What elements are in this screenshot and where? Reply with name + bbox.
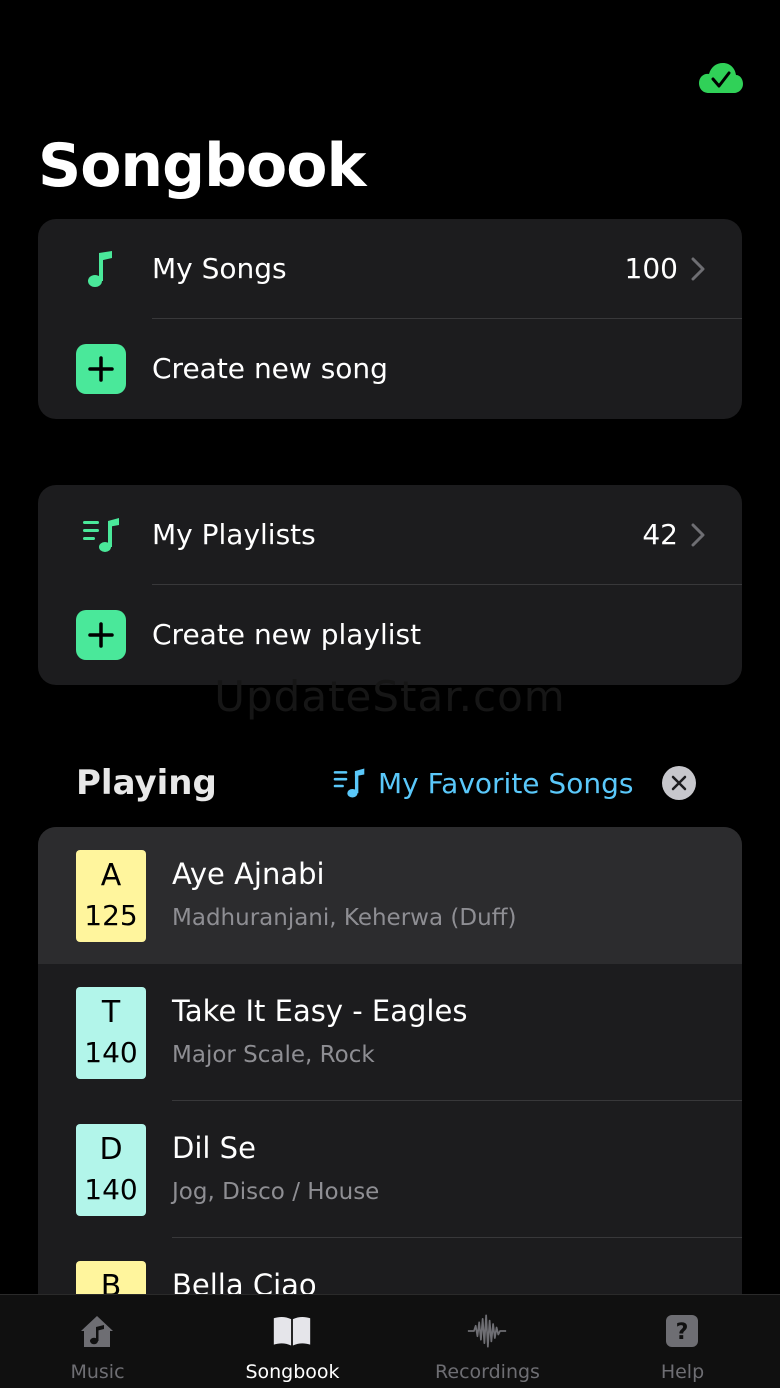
waveform-icon	[467, 1311, 507, 1351]
close-icon	[671, 775, 687, 791]
close-playlist-button[interactable]	[662, 766, 696, 800]
my-playlists-row[interactable]: My Playlists 42	[38, 485, 742, 585]
song-subtitle: Madhuranjani, Keherwa (Duff)	[172, 905, 517, 931]
song-title: Bella Ciao	[172, 1268, 317, 1295]
song-key-badge: T 140	[76, 987, 146, 1079]
tab-label: Music	[70, 1361, 125, 1383]
playing-header: Playing My Favorite Songs	[76, 758, 780, 808]
svg-text:?: ?	[676, 1320, 689, 1345]
question-icon: ?	[662, 1311, 702, 1351]
chevron-right-icon	[691, 257, 705, 281]
plus-icon	[76, 610, 126, 660]
create-playlist-label: Create new playlist	[152, 618, 422, 651]
tab-songbook[interactable]: Songbook	[195, 1295, 390, 1388]
song-row[interactable]: B Bella Ciao	[38, 1238, 742, 1295]
watermark: UpdateStar.com	[214, 672, 566, 721]
song-key-badge: D 140	[76, 1124, 146, 1216]
song-row[interactable]: A 125 Aye Ajnabi Madhuranjani, Keherwa (…	[38, 827, 742, 964]
song-subtitle: Jog, Disco / House	[172, 1179, 380, 1205]
playlists-card: My Playlists 42 Create new playlist	[38, 485, 742, 685]
songs-card: My Songs 100 Create new song	[38, 219, 742, 419]
plus-icon	[76, 344, 126, 394]
song-row[interactable]: D 140 Dil Se Jog, Disco / House	[38, 1101, 742, 1238]
current-playlist-name: My Favorite Songs	[378, 766, 634, 800]
playing-label: Playing	[76, 763, 217, 803]
cloud-sync-icon[interactable]	[698, 60, 744, 96]
song-letter: T	[101, 995, 121, 1030]
my-playlists-label: My Playlists	[152, 518, 316, 551]
tab-label: Help	[660, 1361, 705, 1383]
current-playlist-link[interactable]: My Favorite Songs	[332, 758, 633, 808]
book-icon	[272, 1311, 312, 1351]
create-song-row[interactable]: Create new song	[38, 319, 742, 419]
chevron-right-icon	[691, 523, 705, 547]
my-playlists-count: 42	[642, 518, 678, 551]
song-subtitle: Major Scale, Rock	[172, 1042, 375, 1068]
song-letter: D	[99, 1132, 123, 1167]
music-house-icon	[77, 1311, 117, 1351]
create-playlist-row[interactable]: Create new playlist	[38, 585, 742, 685]
song-letter: B	[100, 1269, 122, 1295]
music-note-icon	[76, 244, 126, 294]
tab-music[interactable]: Music	[0, 1295, 195, 1388]
song-key-badge: B	[76, 1261, 146, 1295]
create-song-label: Create new song	[152, 352, 388, 385]
playlist-icon	[333, 768, 365, 798]
song-list: A 125 Aye Ajnabi Madhuranjani, Keherwa (…	[38, 827, 742, 1295]
tab-help[interactable]: ? Help	[585, 1295, 780, 1388]
song-key-badge: A 125	[76, 850, 146, 942]
song-tempo: 140	[84, 1036, 138, 1069]
song-tempo: 140	[84, 1173, 138, 1206]
page-title: Songbook	[38, 131, 366, 201]
tab-recordings[interactable]: Recordings	[390, 1295, 585, 1388]
song-tempo: 125	[84, 899, 138, 932]
song-row[interactable]: T 140 Take It Easy - Eagles Major Scale,…	[38, 964, 742, 1101]
playlist-icon	[76, 510, 126, 560]
tab-label: Recordings	[435, 1361, 540, 1383]
tab-label: Songbook	[245, 1361, 340, 1383]
tab-bar: Music Songbook Recordings ? Help	[0, 1294, 780, 1388]
my-songs-label: My Songs	[152, 252, 287, 285]
my-songs-row[interactable]: My Songs 100	[38, 219, 742, 319]
song-title: Take It Easy - Eagles	[172, 994, 468, 1028]
my-songs-count: 100	[624, 252, 678, 285]
song-title: Aye Ajnabi	[172, 857, 325, 891]
song-title: Dil Se	[172, 1131, 256, 1165]
song-letter: A	[100, 858, 122, 893]
